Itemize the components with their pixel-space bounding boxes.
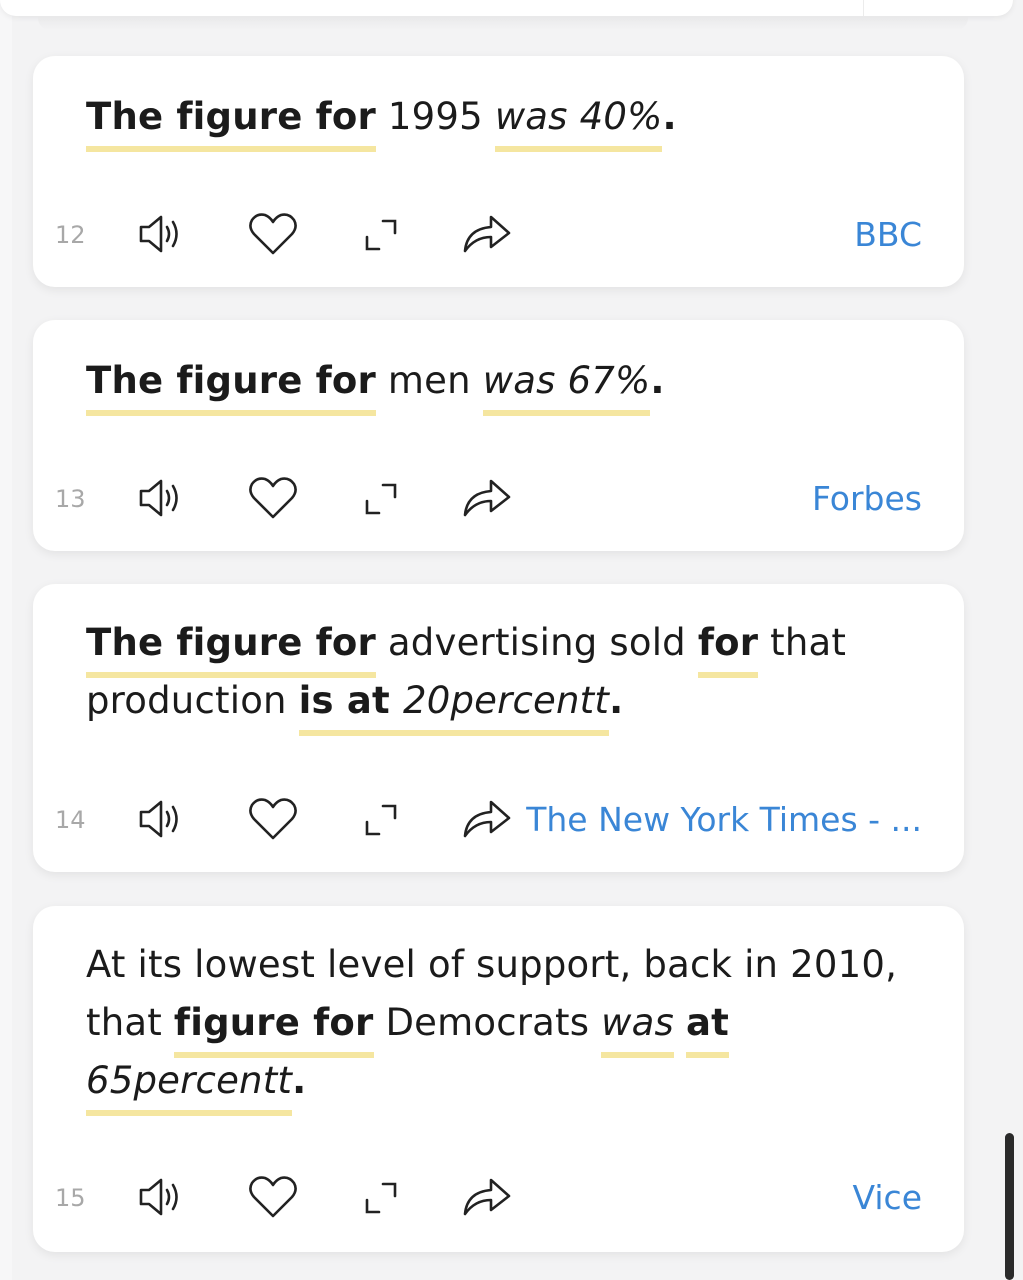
example-card: At its lowest level of support, back in …	[33, 906, 964, 1252]
sentence-text: advertising sold	[375, 621, 698, 664]
sentence-text: .	[662, 95, 677, 138]
sentence-text: .	[650, 359, 665, 402]
highlighted-phrase: at	[685, 1001, 730, 1058]
sentence-text	[729, 1001, 741, 1044]
example-card: The figure for men was 67%. 13 Forbes	[33, 320, 964, 551]
previous-card-shadow	[38, 16, 968, 30]
source-link[interactable]: Vice	[853, 1178, 922, 1217]
source-link[interactable]: The New York Times - ...	[526, 800, 922, 839]
example-sentence: At its lowest level of support, back in …	[86, 936, 934, 1116]
highlighted-phrase: was 40%	[494, 95, 663, 152]
sentence-text: .	[609, 679, 624, 722]
sentence-text: 1995	[375, 95, 495, 138]
sentence-text: men	[375, 359, 483, 402]
sentence-text: .	[292, 1059, 307, 1102]
expand-icon[interactable]	[353, 209, 409, 259]
example-number: 15	[55, 1184, 86, 1212]
example-card: The figure for 1995 was 40%. 12 BBC	[33, 56, 964, 287]
speaker-icon[interactable]	[135, 209, 191, 259]
card-actions: 15 Vice	[55, 1172, 922, 1222]
example-card: The figure for advertising sold for that…	[33, 584, 964, 872]
share-icon[interactable]	[459, 473, 515, 523]
speaker-icon[interactable]	[135, 1172, 191, 1222]
source-link[interactable]: Forbes	[812, 479, 922, 518]
heart-icon[interactable]	[245, 209, 301, 259]
heart-icon[interactable]	[245, 1172, 301, 1222]
source-link[interactable]: BBC	[854, 215, 922, 254]
heart-icon[interactable]	[245, 473, 301, 523]
example-sentence: The figure for advertising sold for that…	[86, 614, 934, 736]
highlighted-phrase: 65percentt	[86, 1059, 293, 1116]
share-icon[interactable]	[459, 1172, 515, 1222]
highlighted-phrase: figure for	[173, 1001, 374, 1058]
previous-card-bottom	[0, 0, 1013, 16]
expand-icon[interactable]	[353, 473, 409, 523]
card-actions: 13 Forbes	[55, 473, 922, 523]
scrollbar-thumb[interactable]	[1005, 1133, 1014, 1280]
highlighted-phrase: 20percentt	[402, 679, 610, 736]
highlighted-phrase: was	[601, 1001, 674, 1058]
highlighted-phrase: The figure for	[86, 621, 376, 678]
highlighted-phrase: The figure for	[86, 95, 376, 152]
sentence-text: Democrats	[373, 1001, 602, 1044]
highlighted-phrase: The figure for	[86, 359, 376, 416]
card-actions: 12 BBC	[55, 209, 922, 259]
heart-icon[interactable]	[245, 794, 301, 844]
example-sentence: The figure for 1995 was 40%.	[86, 88, 934, 152]
sentence-text	[674, 1001, 686, 1044]
example-number: 13	[55, 485, 86, 513]
expand-icon[interactable]	[353, 794, 409, 844]
card-actions: 14 The New York Times - ...	[55, 794, 922, 844]
share-icon[interactable]	[459, 209, 515, 259]
example-number: 14	[55, 806, 86, 834]
left-rail	[0, 0, 12, 1280]
highlighted-phrase: for	[697, 621, 759, 678]
expand-icon[interactable]	[353, 1172, 409, 1222]
highlighted-phrase: was 67%	[482, 359, 651, 416]
example-sentence: The figure for men was 67%.	[86, 352, 934, 416]
previous-card-segment	[863, 0, 1003, 16]
highlighted-phrase: is at	[298, 679, 403, 736]
speaker-icon[interactable]	[135, 473, 191, 523]
share-icon[interactable]	[459, 794, 515, 844]
example-number: 12	[55, 221, 86, 249]
speaker-icon[interactable]	[135, 794, 191, 844]
